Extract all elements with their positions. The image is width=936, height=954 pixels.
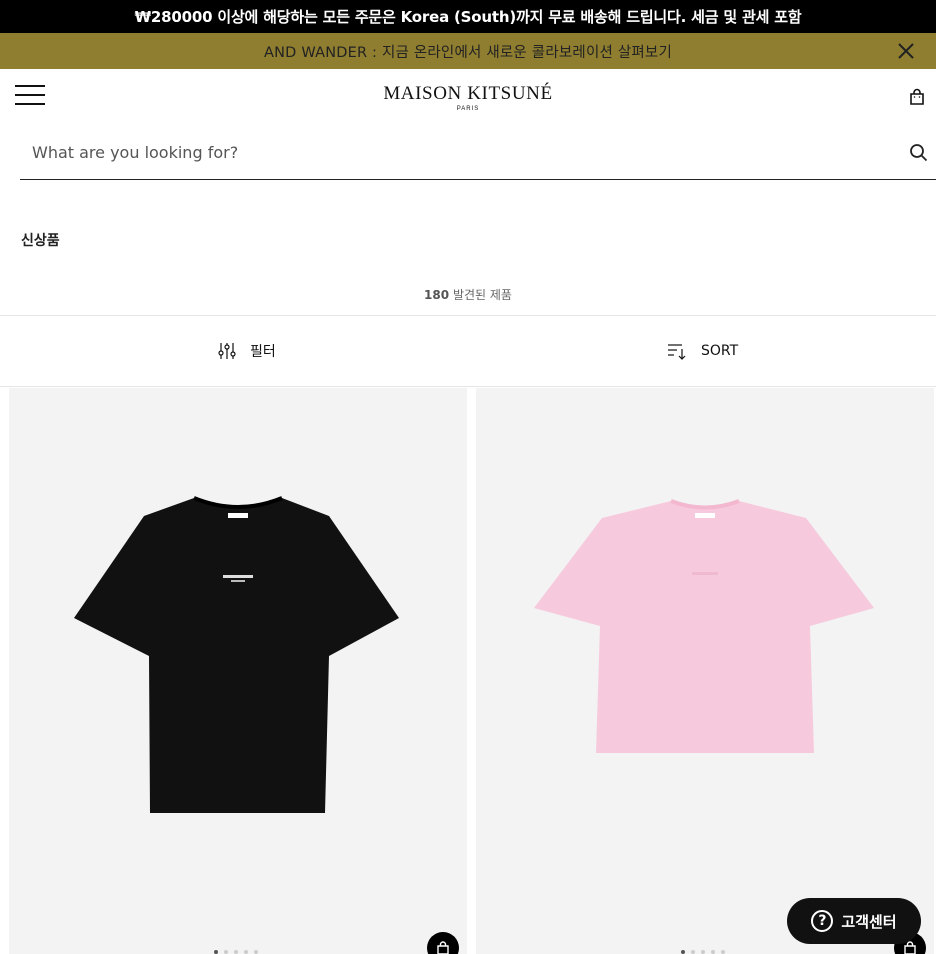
black-tshirt-image[interactable] [9, 388, 467, 954]
pink-tshirt-image[interactable] [476, 388, 934, 954]
carousel-dot[interactable] [691, 950, 695, 954]
carousel-dots[interactable] [681, 950, 725, 954]
product-count-label: 발견된 제품 [452, 288, 512, 302]
bag-icon[interactable] [908, 88, 926, 106]
brand-logo[interactable]: MAISON KITSUNÉ PARIS [0, 83, 936, 113]
carousel-dot[interactable] [244, 950, 248, 954]
filter-button[interactable]: 필터 [218, 316, 276, 386]
page-title: 신상품 [21, 233, 60, 249]
filter-label: 필터 [250, 344, 276, 360]
carousel-dot[interactable] [214, 950, 218, 954]
carousel-dot[interactable] [711, 950, 715, 954]
sort-label: SORT [701, 343, 739, 359]
close-icon[interactable] [896, 41, 916, 61]
product-count: 180 발견된 제품 [0, 286, 936, 303]
carousel-dot[interactable] [681, 950, 685, 954]
search-bar [20, 126, 936, 180]
carousel-dot[interactable] [721, 950, 725, 954]
carousel-dots[interactable] [214, 950, 258, 954]
product-count-number: 180 [424, 288, 450, 302]
carousel-dot[interactable] [701, 950, 705, 954]
logo-sub-text: PARIS [456, 106, 480, 112]
announcement-text: ₩280000 이상에 해당하는 모든 주문은 Korea (South)까지 … [134, 8, 802, 26]
product-card[interactable] [9, 388, 467, 954]
product-card[interactable] [476, 388, 934, 954]
bag-icon [437, 941, 449, 954]
promo-bar[interactable]: AND WANDER : 지금 온라인에서 새로운 콜라보레이션 살펴보기 [0, 33, 936, 69]
bag-icon [904, 941, 916, 954]
help-center-button[interactable]: ? 고객센터 [787, 898, 921, 944]
help-icon: ? [811, 910, 834, 932]
promo-text[interactable]: AND WANDER : 지금 온라인에서 새로운 콜라보레이션 살펴보기 [264, 41, 672, 62]
site-header: MAISON KITSUNÉ PARIS [0, 69, 936, 125]
logo-main-text: MAISON KITSUNÉ [383, 83, 553, 104]
filter-icon [218, 343, 236, 359]
filter-sort-bar: 필터 SORT [0, 315, 936, 387]
carousel-dot[interactable] [224, 950, 228, 954]
search-input[interactable] [20, 126, 890, 178]
search-icon[interactable] [909, 143, 928, 162]
help-label: 고객센터 [841, 912, 897, 931]
carousel-dot[interactable] [234, 950, 238, 954]
announcement-bar: ₩280000 이상에 해당하는 모든 주문은 Korea (South)까지 … [0, 0, 936, 33]
sort-button[interactable]: SORT [667, 316, 738, 386]
carousel-dot[interactable] [254, 950, 258, 954]
sort-icon [668, 344, 686, 360]
